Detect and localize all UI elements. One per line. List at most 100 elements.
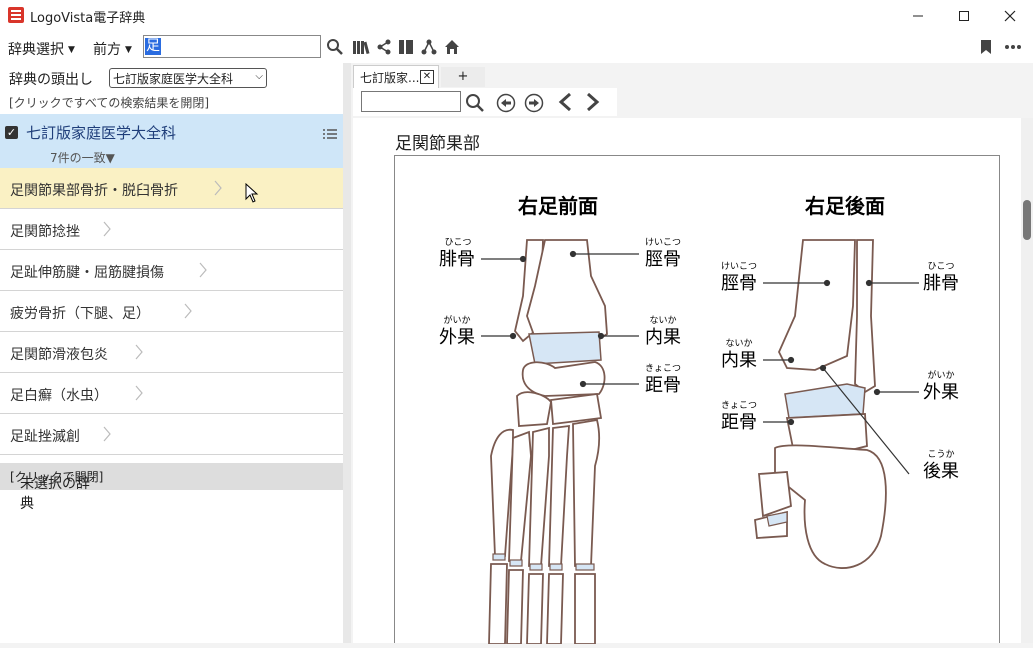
entry-label: 足趾挫滅創 <box>10 429 80 445</box>
list-icon[interactable] <box>323 125 337 144</box>
title-bar: LogoVista電子辞典 <box>0 0 1033 32</box>
add-tab-button[interactable]: + <box>441 67 485 87</box>
back-label-talus: 距骨 <box>721 412 757 433</box>
scrollbar-thumb[interactable] <box>1023 200 1031 240</box>
front-label-medial-malleolus: 内果 <box>645 327 681 348</box>
toggle-all-results-link[interactable]: [クリックですべての検索結果を開閉] <box>9 94 209 111</box>
match-count[interactable]: 7件の一致▼ <box>50 149 115 166</box>
navigation-bar <box>353 88 617 116</box>
index-dict-select[interactable]: 七訂版家庭医学大全科 ⌵ <box>109 68 267 88</box>
back-label-ruby: こうか <box>927 449 954 460</box>
chevron-down-icon: ⌵ <box>255 71 263 82</box>
entry-label: 足白癬（水虫） <box>10 388 108 404</box>
back-label-ruby: ひこつ <box>927 261 954 272</box>
chevron-right-icon <box>184 303 192 319</box>
back-label-ruby: けいこつ <box>721 261 757 272</box>
find-in-page-input[interactable] <box>361 91 461 112</box>
close-button[interactable] <box>987 0 1033 31</box>
entry-label: 足趾伸筋腱・屈筋腱損傷 <box>10 265 164 281</box>
unselected-label: 未選択の辞典 <box>20 476 90 512</box>
front-label-fibula: 腓骨 <box>439 249 475 270</box>
chevron-right-icon <box>135 344 143 360</box>
back-label-ruby: ないか <box>725 338 752 349</box>
front-label-ruby: がいか <box>443 314 470 326</box>
chevron-right-icon <box>103 426 111 442</box>
index-dict-select-value: 七訂版家庭医学大全科 <box>113 72 234 86</box>
entry-label: 足関節捻挫 <box>10 224 80 240</box>
list-item[interactable]: 足白癬（水虫） <box>0 373 343 414</box>
anatomy-figure: 右足前面 右足後面 ひこつ 腓骨 けいこつ 脛骨 がいか 外果 ないか 内果 き… <box>394 155 1000 645</box>
home-icon[interactable] <box>442 37 462 57</box>
back-label-fibula: 腓骨 <box>923 273 959 294</box>
front-label-ruby: ひこつ <box>444 237 471 248</box>
section-heading: 足関節果部 <box>395 134 480 154</box>
share-icon[interactable] <box>374 37 394 57</box>
front-label-ruby: きょこつ <box>645 363 681 374</box>
front-view-title: 右足前面 <box>518 194 598 218</box>
bookmark-icon[interactable] <box>976 37 996 57</box>
mouse-cursor-icon <box>245 183 259 203</box>
chevron-down-icon: ▼ <box>68 45 75 55</box>
main-toolbar: 辞典選択 ▼ 前方 ▼ 足 <box>0 31 1033 64</box>
tab-label: 七訂版家... <box>360 71 420 85</box>
back-label-medial-malleolus: 内果 <box>721 350 757 371</box>
dict-select-dropdown[interactable]: 辞典選択 ▼ <box>8 39 75 59</box>
app-logo-icon <box>8 7 24 23</box>
find-previous-icon[interactable] <box>496 93 516 113</box>
back-label-tibia: 脛骨 <box>721 273 757 294</box>
back-label-posterior-malleolus: 後果 <box>923 461 959 482</box>
chevron-right-icon <box>214 180 222 196</box>
search-icon[interactable] <box>465 93 485 113</box>
minimize-button[interactable] <box>895 0 941 31</box>
content-pane: 七訂版家... ✕ + 足関節果部 右足前面 右足後面 ひこつ 腓骨 けいこつ … <box>351 63 1033 645</box>
list-item[interactable]: 足趾伸筋腱・屈筋腱損傷 <box>0 250 343 291</box>
entry-list: 足関節果部骨折・脱臼骨折 足関節捻挫 足趾伸筋腱・屈筋腱損傷 疲労骨折（下腿、足… <box>0 168 343 455</box>
back-label-ruby: がいか <box>927 369 954 381</box>
maximize-button[interactable] <box>941 0 987 31</box>
list-item[interactable]: 足趾挫滅創 <box>0 414 343 455</box>
document-view: 足関節果部 右足前面 右足後面 ひこつ 腓骨 けいこつ 脛骨 がいか 外果 ない… <box>353 118 1021 645</box>
entry-label: 疲労骨折（下腿、足） <box>10 306 150 322</box>
close-tab-icon[interactable]: ✕ <box>420 70 434 84</box>
dictionary-name: 七訂版家庭医学大全科 <box>26 124 177 142</box>
entry-label: 足関節滑液包炎 <box>10 347 108 363</box>
chevron-right-icon <box>135 385 143 401</box>
front-label-tibia: 脛骨 <box>645 249 681 270</box>
back-icon[interactable] <box>556 92 574 112</box>
tab-document[interactable]: 七訂版家... ✕ <box>353 65 439 88</box>
more-icon[interactable] <box>1003 37 1023 57</box>
back-view-title: 右足後面 <box>805 194 885 218</box>
front-label-ruby: けいこつ <box>645 237 681 248</box>
list-item[interactable]: 疲労骨折（下腿、足） <box>0 291 343 332</box>
chevron-right-icon <box>199 262 207 278</box>
pane-splitter[interactable] <box>343 63 351 643</box>
forward-icon[interactable] <box>584 92 602 112</box>
entry-label: 足関節果部骨折・脱臼骨折 <box>10 183 178 199</box>
direction-dropdown[interactable]: 前方 ▼ <box>93 39 132 59</box>
search-input-value: 足 <box>145 38 161 55</box>
dictionary-group-header[interactable]: ✓ 七訂版家庭医学大全科 7件の一致▼ <box>0 114 343 174</box>
library-icon[interactable] <box>351 37 371 57</box>
search-input[interactable]: 足 <box>143 35 321 58</box>
chevron-right-icon <box>103 221 111 237</box>
list-item[interactable]: 足関節捻挫 <box>0 209 343 250</box>
unselected-dictionaries-toggle[interactable]: 未選択の辞典 [クリックで開閉] <box>0 463 343 512</box>
hierarchy-icon[interactable] <box>419 37 439 57</box>
results-pane: 辞典の頭出し 七訂版家庭医学大全科 ⌵ [クリックですべての検索結果を開閉] ✓… <box>0 63 343 643</box>
front-label-talus: 距骨 <box>645 375 681 396</box>
back-label-lateral-malleolus: 外果 <box>923 382 959 403</box>
layout-columns-icon[interactable] <box>396 37 416 57</box>
direction-label: 前方 <box>93 42 121 58</box>
vertical-scrollbar[interactable] <box>1021 118 1033 643</box>
chevron-down-icon: ▼ <box>125 45 132 55</box>
index-label: 辞典の頭出し <box>9 72 93 88</box>
front-label-ruby: ないか <box>649 315 676 326</box>
window-title: LogoVista電子辞典 <box>30 11 146 26</box>
dict-select-label: 辞典選択 <box>8 42 64 58</box>
find-next-icon[interactable] <box>524 93 544 113</box>
list-item[interactable]: 足関節滑液包炎 <box>0 332 343 373</box>
front-label-lateral-malleolus: 外果 <box>439 327 475 348</box>
list-item[interactable]: 足関節果部骨折・脱臼骨折 <box>0 168 343 209</box>
search-icon[interactable] <box>325 37 345 57</box>
dictionary-checkbox[interactable]: ✓ <box>5 126 18 139</box>
